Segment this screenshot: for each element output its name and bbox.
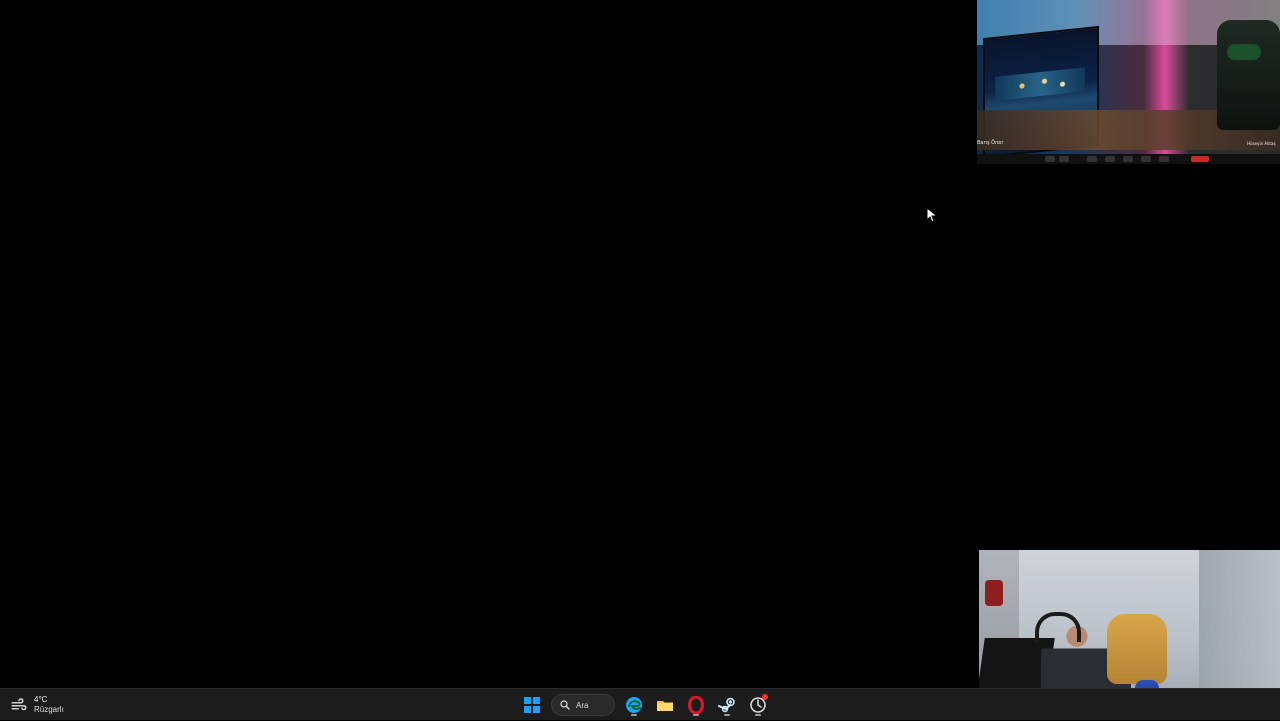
red-object [985, 580, 1003, 606]
participant-name-right: Hüseyin Aktaş [1247, 141, 1276, 146]
weather-widget[interactable]: 4°C Rüzgarlı [10, 693, 80, 717]
call-controls-bar [977, 154, 1280, 164]
participant-name-left: Barış Öner [977, 140, 1004, 146]
control-button[interactable] [1159, 156, 1169, 162]
yellow-chair [1107, 614, 1167, 684]
edge-button[interactable] [622, 693, 646, 717]
taskbar-search[interactable]: Ara [551, 694, 615, 716]
city-lights [995, 67, 1085, 101]
steam-button[interactable] [715, 693, 739, 717]
notification-dot [762, 694, 768, 700]
windows-icon [524, 697, 540, 713]
control-button[interactable] [1105, 156, 1115, 162]
search-label: Ara [576, 700, 589, 710]
opera-button[interactable] [684, 693, 708, 717]
start-button[interactable] [520, 693, 544, 717]
running-indicator [755, 714, 761, 716]
search-icon [560, 700, 570, 710]
running-indicator [724, 714, 730, 716]
weather-temperature: 4°C [34, 695, 48, 704]
taskbar-center: Ara [520, 689, 770, 721]
headset [1035, 612, 1081, 642]
file-explorer-button[interactable] [653, 693, 677, 717]
weather-condition: Rüzgarlı [34, 705, 64, 714]
running-indicator [693, 714, 699, 716]
app-button-with-notification[interactable] [746, 693, 770, 717]
opera-icon [688, 696, 704, 714]
edge-icon [626, 697, 642, 713]
control-button[interactable] [1059, 156, 1069, 162]
taskbar: 4°C Rüzgarlı Ara [0, 688, 1280, 720]
folder-icon [657, 701, 673, 711]
control-button[interactable] [1045, 156, 1055, 162]
control-button[interactable] [1087, 156, 1097, 162]
gaming-chair [1217, 20, 1280, 130]
chair-logo [1227, 44, 1261, 60]
running-indicator [631, 714, 637, 716]
mouse-cursor-icon [926, 207, 938, 223]
end-call-button[interactable] [1191, 156, 1209, 162]
control-button[interactable] [1123, 156, 1133, 162]
control-button[interactable] [1141, 156, 1151, 162]
steam-icon [718, 697, 735, 713]
wind-icon [11, 698, 27, 711]
video-call-webcam-overlay: Barış Öner Hüseyin Aktaş [977, 0, 1280, 164]
weather-text: 4°C Rüzgarlı [34, 695, 64, 715]
